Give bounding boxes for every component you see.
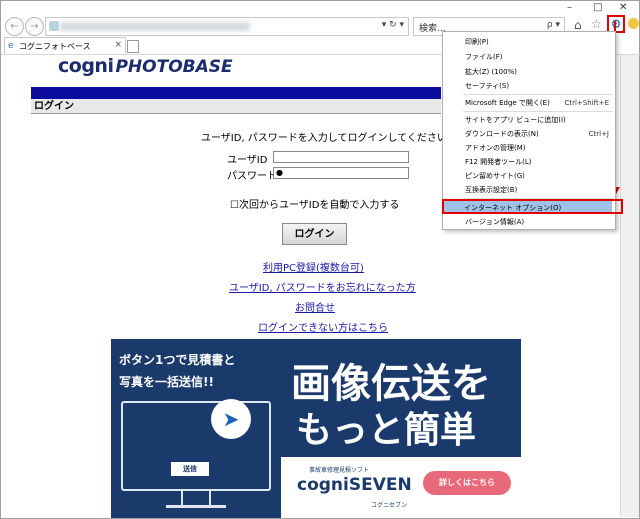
tab-close-icon[interactable]: × <box>114 40 122 50</box>
send-button-illustration: 送信 <box>171 462 209 476</box>
forgot-password-link[interactable]: ユーザID, パスワードをお忘れになった方 <box>229 279 416 294</box>
favorites-star-icon[interactable]: ☆ <box>591 17 602 31</box>
menu-item-print[interactable]: 印刷(P) <box>443 36 615 48</box>
tab-title: コグニフォトベース <box>19 42 91 51</box>
password-input[interactable]: ● <box>273 167 409 179</box>
forward-icon[interactable]: → <box>25 17 44 36</box>
logo-cogni: cogni <box>58 55 114 77</box>
login-header: ログイン <box>31 99 441 114</box>
product-name: cogniSEVEN <box>297 475 412 495</box>
maximize-button[interactable]: □ <box>593 2 602 13</box>
remember-userid-checkbox[interactable]: ☐次回からユーザIDを自動で入力する <box>230 196 399 211</box>
banner-tagline: ボタン1つで見積書と 写真を一括送信!! <box>119 349 279 393</box>
close-button[interactable]: ✕ <box>619 2 627 13</box>
browser-window: – □ ✕ ← → ▾ ↻ ▾ 検索... ρ ▾ ⌂ ☆ ⚙ e コグニフォト… <box>0 0 640 519</box>
tab-cogni-photobase[interactable]: e コグニフォトベース × <box>4 37 126 54</box>
highlight-box <box>442 199 623 214</box>
monitor-base <box>166 505 226 508</box>
userid-label: ユーザID <box>227 155 268 166</box>
refresh-icon[interactable]: ▾ ↻ ▾ <box>382 20 404 30</box>
banner-product-area: 事故車修理見積ソフト cogniSEVEN コグニセブン 詳しくはこちら <box>281 457 521 518</box>
login-instruction: ユーザID, パスワードを入力してログインしてください。 <box>201 133 457 144</box>
password-label: パスワード <box>227 171 277 182</box>
new-tab-icon[interactable] <box>127 40 139 53</box>
register-pc-link[interactable]: 利用PC登録(複数台可) <box>263 259 364 274</box>
scrollbar[interactable] <box>620 55 639 517</box>
feedback-smiley-icon[interactable] <box>628 18 639 29</box>
ie-icon: e <box>8 41 14 51</box>
product-name-kana: コグニセブン <box>371 502 408 509</box>
home-icon[interactable]: ⌂ <box>574 18 582 32</box>
menu-separator <box>463 111 613 112</box>
search-icon[interactable]: ρ ▾ <box>547 20 560 30</box>
monitor-stand <box>181 491 211 505</box>
menu-item-downloads[interactable]: ダウンロードの表示(N) Ctrl+J <box>443 128 615 140</box>
menu-item-safety[interactable]: セーフティ(S) <box>443 80 615 92</box>
menu-item-add-site-apps[interactable]: サイトをアプリ ビューに追加(I) <box>443 114 615 126</box>
back-icon[interactable]: ← <box>5 17 24 36</box>
menu-item-file[interactable]: ファイル(F) <box>443 51 615 63</box>
banner-line1: ボタン1つで見積書と <box>119 353 236 367</box>
menu-item-zoom[interactable]: 拡大(Z) (100%) <box>443 66 615 78</box>
login-button[interactable]: ログイン <box>282 223 347 245</box>
logo-photobase: PHOTOBASE <box>115 57 233 77</box>
login-help-link[interactable]: ログインできない方はこちら <box>258 319 388 334</box>
menu-item-f12[interactable]: F12 開発者ツール(L) <box>443 156 615 168</box>
minimize-button[interactable]: – <box>567 2 572 13</box>
header-bar <box>31 87 441 99</box>
product-tagline: 事故車修理見積ソフト <box>309 467 370 474</box>
menu-separator <box>463 94 613 95</box>
menu-item-open-edge[interactable]: Microsoft Edge で開く(E) Ctrl+Shift+E <box>443 97 615 109</box>
contact-link[interactable]: お問合せ <box>295 299 335 314</box>
menu-item-about[interactable]: バージョン情報(A) <box>443 216 615 228</box>
paper-plane-icon: ➤ <box>211 399 251 439</box>
menu-item-compat-view[interactable]: 互換表示設定(B) <box>443 184 615 196</box>
url-field[interactable]: ▾ ↻ ▾ <box>45 17 409 36</box>
blurred-url <box>60 22 250 31</box>
banner-line2: 写真を一括送信!! <box>119 375 214 389</box>
promo-banner[interactable]: ボタン1つで見積書と 写真を一括送信!! 画像伝送を もっと簡単に! 送信 ➤ … <box>111 339 521 518</box>
site-logo: cogni PHOTOBASE <box>58 55 233 81</box>
site-favicon <box>49 21 59 31</box>
menu-item-pinned-sites[interactable]: ピン留めサイト(G) <box>443 170 615 182</box>
details-button[interactable]: 詳しくはこちら <box>423 471 511 495</box>
menu-item-addons[interactable]: アドオンの管理(M) <box>443 142 615 154</box>
userid-input[interactable] <box>273 151 409 163</box>
